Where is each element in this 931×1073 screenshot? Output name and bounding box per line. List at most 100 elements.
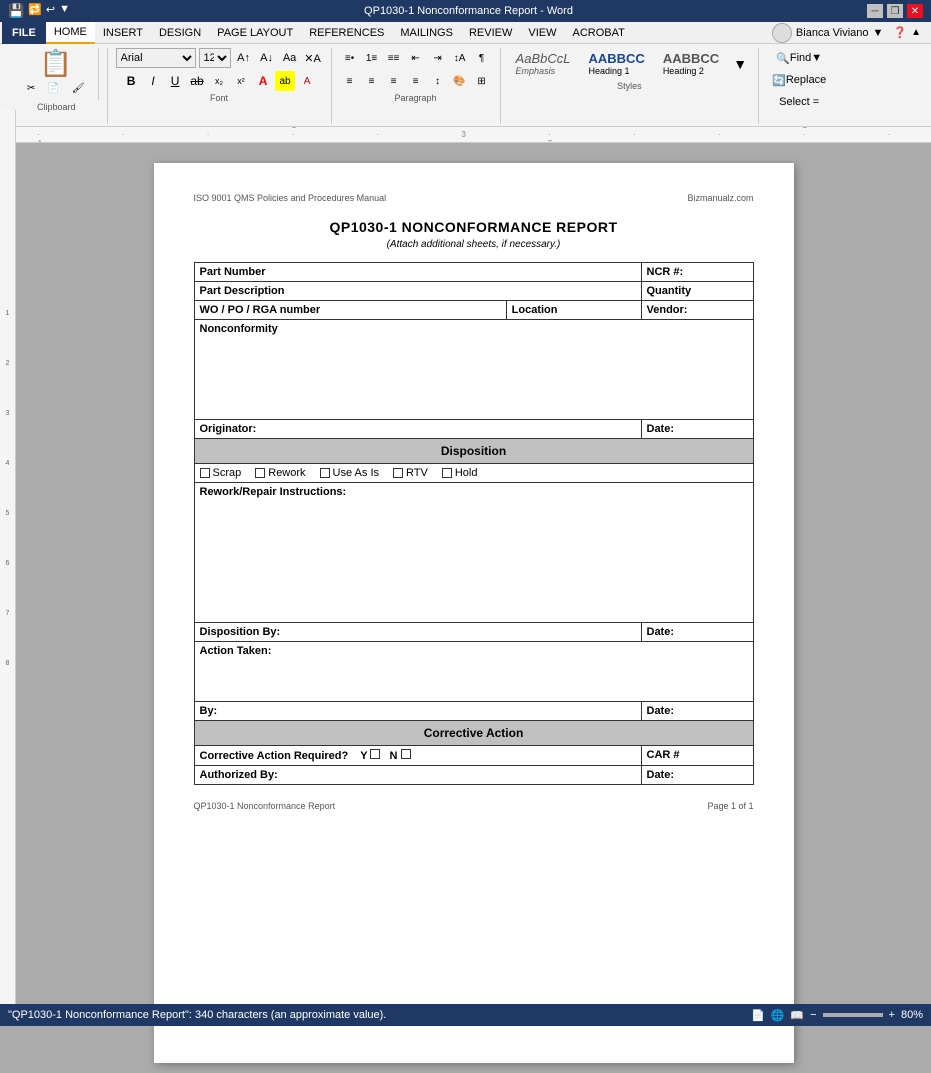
multilevel-button[interactable]: ≡≡ <box>384 48 404 68</box>
strikethrough-button[interactable]: ab <box>187 71 207 91</box>
rtv-checkbox[interactable] <box>393 468 403 478</box>
editing-section: 🔍 Find▼ 🔄 Replace Select = Styles <box>759 48 839 124</box>
hold-checkbox-item: Hold <box>442 467 478 479</box>
increase-indent-button[interactable]: ⇥ <box>428 48 448 68</box>
line-spacing-button[interactable]: ↕ <box>428 71 448 91</box>
show-marks-button[interactable]: ¶ <box>472 48 492 68</box>
align-center-button[interactable]: ≡ <box>362 71 382 91</box>
align-right-button[interactable]: ≡ <box>384 71 404 91</box>
scrap-checkbox-item: Scrap <box>200 467 242 479</box>
numbering-button[interactable]: 1≡ <box>362 48 382 68</box>
cut-button[interactable]: ✂ <box>22 78 40 98</box>
ruler-mark-8: 8 <box>0 660 15 710</box>
menu-file[interactable]: FILE <box>2 22 46 44</box>
corrective-action-header-cell: Corrective Action <box>194 721 753 746</box>
no-checkbox[interactable] <box>401 749 411 759</box>
view-web-icon[interactable]: 🌐 <box>771 1009 785 1022</box>
font-color-button[interactable]: A <box>297 71 317 91</box>
zoom-in-button[interactable]: + <box>889 1009 895 1021</box>
menu-insert[interactable]: INSERT <box>95 22 151 44</box>
zoom-slider[interactable] <box>823 1013 883 1017</box>
sort-button[interactable]: ↕A <box>450 48 470 68</box>
superscript-button[interactable]: x² <box>231 71 251 91</box>
shading-button[interactable]: 🎨 <box>450 71 470 91</box>
yes-checkbox[interactable] <box>370 749 380 759</box>
change-case-button[interactable]: Aa <box>280 48 300 68</box>
menu-view[interactable]: VIEW <box>520 22 564 44</box>
hold-checkbox[interactable] <box>442 468 452 478</box>
hold-label: Hold <box>455 467 478 479</box>
find-button[interactable]: 🔍 Find▼ <box>771 48 827 68</box>
grow-font-button[interactable]: A↑ <box>234 48 254 68</box>
menu-acrobat[interactable]: ACROBAT <box>564 22 632 44</box>
table-row: Rework/Repair Instructions: <box>194 483 753 623</box>
bullets-button[interactable]: ≡• <box>340 48 360 68</box>
footer-right: Page 1 of 1 <box>707 801 753 811</box>
highlight-button[interactable]: ab <box>275 71 295 91</box>
justify-button[interactable]: ≡ <box>406 71 426 91</box>
paste-button[interactable]: 📋 <box>40 50 72 76</box>
chevron-down-icon[interactable]: ▼ <box>873 27 884 39</box>
table-row: Corrective Action <box>194 721 753 746</box>
subscript-button[interactable]: x₂ <box>209 71 229 91</box>
style-heading1[interactable]: AABBCC Heading 1 <box>581 48 651 79</box>
view-print-icon[interactable]: 📄 <box>751 1009 765 1022</box>
wo-cell: WO / PO / RGA number <box>194 301 506 320</box>
ruler-mark-5: 5 <box>0 510 15 560</box>
restore-button[interactable]: ❐ <box>887 4 903 18</box>
menu-design[interactable]: DESIGN <box>151 22 209 44</box>
use-as-is-checkbox[interactable] <box>320 468 330 478</box>
close-button[interactable]: ✕ <box>907 4 923 18</box>
align-left-button[interactable]: ≡ <box>340 71 360 91</box>
clipboard-section: 📋 ✂ 📄 🖌 Clipboard <box>6 48 108 124</box>
emphasis-preview: AaBbCcL <box>516 51 571 66</box>
ruler: · · · 1 · · · · · 2 · · · · · 3 · · · · … <box>0 127 931 143</box>
styles-label: Styles <box>617 81 642 91</box>
document-area: ISO 9001 QMS Policies and Procedures Man… <box>0 143 931 1073</box>
page-header: ISO 9001 QMS Policies and Procedures Man… <box>194 193 754 203</box>
page: ISO 9001 QMS Policies and Procedures Man… <box>154 163 794 1063</box>
font-size-select[interactable]: 12 <box>199 48 231 68</box>
style-heading2[interactable]: AABBCC Heading 2 <box>656 48 726 79</box>
font-family-select[interactable]: Arial <box>116 48 196 68</box>
select-button[interactable]: Select = <box>774 92 824 112</box>
menu-references[interactable]: REFERENCES <box>301 22 392 44</box>
ruler-mark-3: 3 <box>0 410 15 460</box>
decrease-indent-button[interactable]: ⇤ <box>406 48 426 68</box>
replace-icon: 🔄 <box>772 74 786 87</box>
help-icon[interactable]: ❓ <box>893 26 907 39</box>
rework-checkbox[interactable] <box>255 468 265 478</box>
copy-button[interactable]: 📄 <box>42 78 64 98</box>
location-cell: Location <box>506 301 641 320</box>
minimize-button[interactable]: ─ <box>867 4 883 18</box>
style-emphasis[interactable]: AaBbCcL Emphasis <box>509 48 578 79</box>
table-row: Corrective Action Required? Y N CAR # <box>194 746 753 766</box>
borders-button[interactable]: ⊞ <box>472 71 492 91</box>
ribbon-collapse-button[interactable]: ▲ <box>911 27 921 38</box>
table-row: By: Date: <box>194 702 753 721</box>
styles-section: AaBbCcL Emphasis AABBCC Heading 1 AABBCC… <box>501 48 760 124</box>
search-icon: 🔍 <box>776 52 790 65</box>
underline-button[interactable]: U <box>165 71 185 91</box>
shrink-font-button[interactable]: A↓ <box>257 48 277 68</box>
menu-page-layout[interactable]: PAGE LAYOUT <box>209 22 301 44</box>
window-controls[interactable]: ─ ❐ ✕ <box>867 4 923 18</box>
page-footer: QP1030-1 Nonconformance Report Page 1 of… <box>194 801 754 811</box>
view-read-icon[interactable]: 📖 <box>790 1009 804 1022</box>
clear-format-button[interactable]: ✕A <box>303 48 323 68</box>
zoom-out-button[interactable]: − <box>810 1009 816 1021</box>
header-left: ISO 9001 QMS Policies and Procedures Man… <box>194 193 387 203</box>
menu-mailings[interactable]: MAILINGS <box>392 22 461 44</box>
replace-button[interactable]: 🔄 Replace <box>767 70 831 90</box>
text-color-button[interactable]: A <box>253 71 273 91</box>
styles-more-button[interactable]: ▼ <box>730 54 750 74</box>
bold-button[interactable]: B <box>121 71 141 91</box>
format-painter-button[interactable]: 🖌 <box>67 78 90 98</box>
menu-home[interactable]: HOME <box>46 22 95 44</box>
italic-button[interactable]: I <box>143 71 163 91</box>
authorized-by-cell: Authorized By: <box>194 766 641 785</box>
footer-left: QP1030-1 Nonconformance Report <box>194 801 336 811</box>
zoom-value: 80% <box>901 1009 923 1021</box>
scrap-checkbox[interactable] <box>200 468 210 478</box>
menu-review[interactable]: REVIEW <box>461 22 520 44</box>
